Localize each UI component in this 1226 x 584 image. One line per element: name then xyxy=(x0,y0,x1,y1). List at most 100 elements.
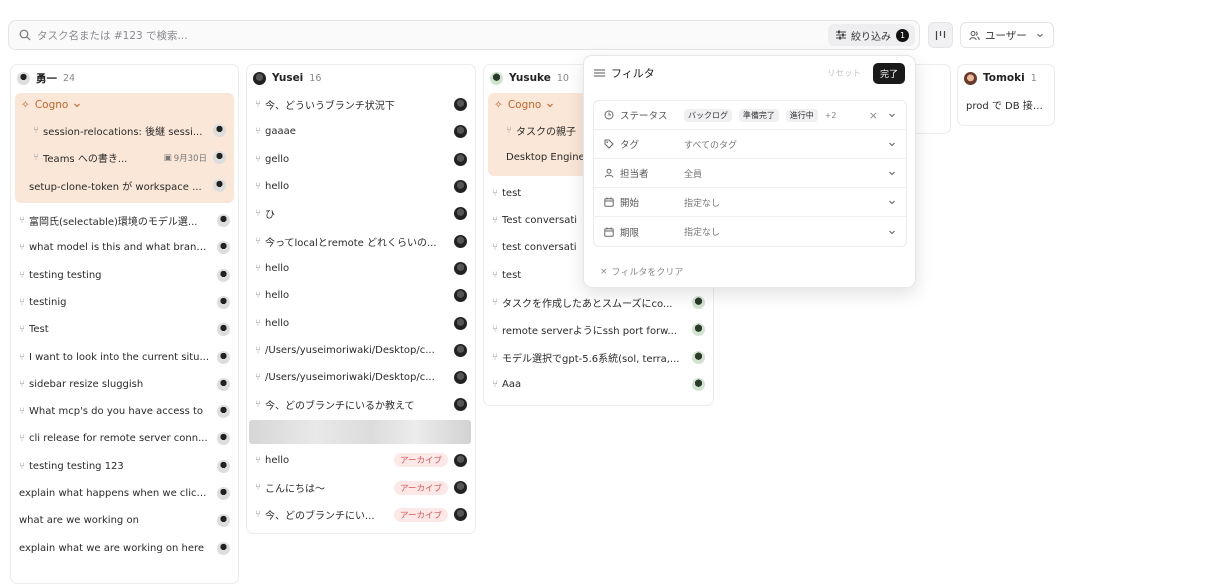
branch-icon: ⑂ xyxy=(19,296,25,308)
avatar xyxy=(692,295,705,309)
task-row[interactable]: ⑂ 富岡氏(selectable)環境のモデル選... xyxy=(11,207,238,234)
reset-button[interactable]: リセット xyxy=(827,67,861,79)
task-row[interactable]: ⑂ hello xyxy=(247,173,475,200)
task-row[interactable]: ⑂ What mcp's do you have access to xyxy=(11,398,238,425)
filter-row-tag[interactable]: タグ すべてのタグ xyxy=(594,130,906,159)
task-title: what are we working on xyxy=(19,515,139,527)
task-row[interactable]: explain what we are working on here xyxy=(11,534,238,561)
task-title: Aaa xyxy=(502,378,522,390)
avatar xyxy=(490,71,503,85)
chevron-down-icon xyxy=(547,103,554,108)
filter-button[interactable]: 絞り込み 1 xyxy=(828,24,915,46)
task-row[interactable]: ⑂ Test xyxy=(11,316,238,343)
task-row[interactable]: ⑂ sidebar resize sluggish xyxy=(11,371,238,398)
branch-icon: ⑂ xyxy=(19,460,25,472)
branch-icon: ⑂ xyxy=(19,406,25,418)
filter-panel-header: フィルタ リセット 完了 xyxy=(584,56,915,90)
task-row[interactable]: ⑂ testinig xyxy=(11,289,238,316)
board-view-button[interactable] xyxy=(928,22,953,48)
filter-label: 期限 xyxy=(620,227,640,239)
done-button[interactable]: 完了 xyxy=(872,62,905,84)
avatar xyxy=(213,178,226,192)
filter-button-label: 絞り込み xyxy=(851,31,891,43)
branch-icon: ⑂ xyxy=(255,372,261,384)
avatar xyxy=(217,459,230,473)
task-title: What mcp's do you have access to xyxy=(29,406,204,418)
task-row[interactable]: ⑂ hello xyxy=(247,309,475,336)
avatar xyxy=(454,261,467,275)
task-title: Test xyxy=(29,324,49,336)
branch-icon: ⑂ xyxy=(255,344,261,356)
task-row[interactable]: explain what happens when we click ... xyxy=(11,480,238,507)
task-title: gaaae xyxy=(265,126,296,138)
user-icon xyxy=(604,168,614,178)
calendar-clock-icon xyxy=(604,197,614,207)
avatar xyxy=(692,377,705,391)
column-count: 10 xyxy=(556,72,569,84)
user-select-button[interactable]: ユーザー xyxy=(960,22,1054,48)
filter-panel-title: フィルタ xyxy=(611,67,655,80)
task-row[interactable]: ⑂ hello xyxy=(247,255,475,282)
filter-count-badge: 1 xyxy=(896,28,909,42)
column-tomoki: Tomoki 1 prod で DB 接続枯 xyxy=(957,64,1055,126)
avatar xyxy=(217,377,230,391)
task-title: hello xyxy=(265,181,290,193)
task-row[interactable]: ⑂ testing testing 123 xyxy=(11,453,238,480)
task-row[interactable]: ⑂ remote serverようにssh port forw... xyxy=(484,316,713,343)
archive-badge: アーカイブ xyxy=(394,507,448,522)
task-title: モデル選択でgpt-5.6系統(sol, terra,... xyxy=(502,353,680,365)
task-title: testing testing xyxy=(29,269,102,281)
avatar xyxy=(213,124,226,138)
task-row[interactable]: ⑂ こんにちは〜 アーカイブ xyxy=(247,474,475,501)
clear-filters-button[interactable]: × フィルタをクリア xyxy=(600,265,683,279)
avatar xyxy=(454,125,467,139)
task-row[interactable]: ⑂ gello xyxy=(247,146,475,173)
filter-row-due[interactable]: 期限 指定なし xyxy=(594,217,906,246)
task-row[interactable]: ⑂ タスクを作成したあとスムーズにco... xyxy=(484,289,713,316)
task-row[interactable]: what are we working on xyxy=(11,507,238,534)
task-row[interactable]: ⑂ what model is this and what branc... xyxy=(11,234,238,261)
task-row[interactable]: ⑂ Aaa xyxy=(484,371,713,398)
task-row[interactable]: ⑂ testing testing xyxy=(11,261,238,288)
branch-icon: ⑂ xyxy=(255,482,261,493)
group-header[interactable]: ✧ Cogno xyxy=(15,93,234,117)
task-row[interactable]: ⑂ /Users/yuseimoriwaki/Desktop/c... xyxy=(247,337,475,364)
filter-row-start[interactable]: 開始 指定なし xyxy=(594,188,906,217)
task-row[interactable]: ⑂ hello xyxy=(247,282,475,309)
task-row[interactable]: ⑂ gaaae xyxy=(247,118,475,145)
task-row[interactable]: ⑂ モデル選択でgpt-5.6系統(sol, terra,... xyxy=(484,343,713,370)
clear-icon[interactable]: × xyxy=(869,109,878,122)
column-header: 勇一 24 xyxy=(11,65,238,91)
avatar xyxy=(217,432,230,446)
task-row[interactable]: ⑂ Teams への書き... ▣ 9月30日 xyxy=(15,144,234,171)
search-input[interactable]: タスク名または #123 で検索... xyxy=(8,20,920,50)
filter-row-assignee[interactable]: 担当者 全員 xyxy=(594,159,906,188)
column-header: Tomoki 1 xyxy=(958,65,1054,91)
task-row[interactable]: ⑂ ひ xyxy=(247,200,475,227)
task-title: ひ xyxy=(265,210,275,222)
task-row[interactable]: ⑂ 今、どのブランチにいるか教えて xyxy=(247,391,475,418)
task-row[interactable]: setup-clone-token が workspace ... xyxy=(15,172,234,199)
task-title: 今、どのブランチにいるか教えて xyxy=(265,401,415,413)
task-row[interactable]: ⑂ hello アーカイブ xyxy=(247,447,475,474)
filter-label: 開始 xyxy=(620,198,640,209)
task-row[interactable]: ⑂ /Users/yuseimoriwaki/Desktop/c... xyxy=(247,364,475,391)
task-row[interactable]: ⑂ 今、どういうブランチ状況下 xyxy=(247,91,475,118)
task-group-cogno: ✧ Cogno ⑂ session-relocations: 後継 sessi.… xyxy=(15,93,234,203)
filter-row-status[interactable]: ステータス バックログ 準備完了 進行中 +2 × xyxy=(594,101,906,130)
close-icon: × xyxy=(600,266,608,277)
avatar xyxy=(692,350,705,364)
sliders-icon xyxy=(836,30,846,40)
task-row[interactable]: ⑂ cli release for remote server conn... xyxy=(11,425,238,452)
column-name: Yusuke xyxy=(509,72,551,84)
task-row[interactable]: prod で DB 接続枯 xyxy=(958,91,1054,118)
task-title: sidebar resize sluggish xyxy=(29,378,144,390)
chevron-down-icon xyxy=(889,200,895,205)
task-row[interactable]: ⑂ I want to look into the current situ... xyxy=(11,343,238,370)
avatar xyxy=(454,453,467,467)
branch-icon: ⑂ xyxy=(255,317,261,329)
task-row[interactable]: ⑂ 今ってlocalとremote どれくらいの... xyxy=(247,227,475,254)
avatar xyxy=(17,71,30,85)
task-row[interactable]: ⑂ session-relocations: 後継 sessi... xyxy=(15,117,234,144)
task-row[interactable]: ⑂ 今、どのブランチにい... アーカイブ xyxy=(247,501,475,528)
